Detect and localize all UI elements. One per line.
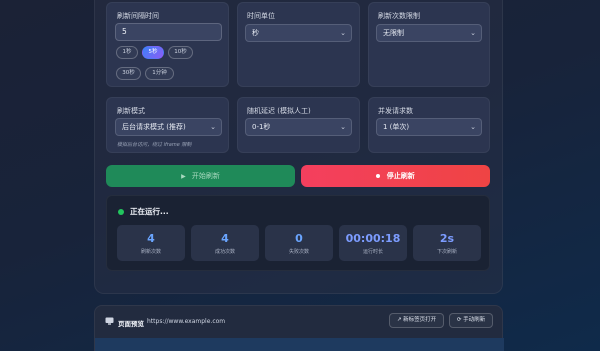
status-title: 正在运行... xyxy=(130,207,169,216)
open-new-tab-label: 新标签页打开 xyxy=(403,317,437,323)
chip-1min[interactable]: 1分钟 xyxy=(145,67,174,80)
chevron-down-icon: ⌄ xyxy=(470,29,476,37)
stat-value: 0 xyxy=(295,232,303,245)
interval-card: 刷新间隔时间 5 1秒 5秒 10秒 30秒 1分钟 xyxy=(106,2,229,87)
preview-panel: 页面预览 https://www.example.com ↗ 新标签页打开 ⟳ … xyxy=(94,305,504,351)
running-indicator-icon xyxy=(118,209,124,215)
monitor-icon xyxy=(105,317,114,325)
manual-refresh-button[interactable]: ⟳ 手动刷新 xyxy=(449,313,493,328)
mode-card: 刷新模式 后台请求模式 (推荐) ⌄ 模拟后台访问，绕过 iframe 限制 xyxy=(106,97,229,153)
delay-label: 随机延迟 (模拟人工) xyxy=(247,107,311,115)
start-button-label: 开始刷新 xyxy=(191,172,220,180)
chevron-down-icon: ⌄ xyxy=(340,29,346,37)
start-button[interactable]: ▶ 开始刷新 xyxy=(106,165,295,187)
unit-select[interactable]: 秒 ⌄ xyxy=(245,24,352,42)
chevron-down-icon: ⌄ xyxy=(470,123,476,131)
open-new-tab-button[interactable]: ↗ 新标签页打开 xyxy=(389,313,444,328)
stat-value: 00:00:18 xyxy=(345,232,401,245)
stat-next-refresh: 2s 下次刷新 xyxy=(413,225,481,261)
stat-fail-count: 0 失败次数 xyxy=(265,225,333,261)
play-icon: ▶ xyxy=(181,173,186,180)
stat-label: 运行时长 xyxy=(362,249,383,255)
concurrency-card: 并发请求数 1 (单次) ⌄ xyxy=(368,97,490,153)
interval-input[interactable]: 5 xyxy=(115,23,222,41)
delay-select[interactable]: 0-1秒 ⌄ xyxy=(245,118,352,136)
status-panel: 正在运行... 4 刷新次数 4 成功次数 0 失败次数 00:00:18 运行… xyxy=(106,195,490,271)
unit-select-value: 秒 xyxy=(252,29,259,37)
preview-title: 页面预览 xyxy=(118,320,144,328)
concurrency-select-value: 1 (单次) xyxy=(383,123,410,131)
stat-value: 4 xyxy=(221,232,229,245)
preview-frame xyxy=(95,338,504,351)
stat-value: 4 xyxy=(147,232,155,245)
limit-select[interactable]: 无限制 ⌄ xyxy=(376,24,482,42)
limit-card: 刷新次数限制 无限制 ⌄ xyxy=(368,2,490,87)
stop-button[interactable]: 停止刷新 xyxy=(301,165,490,187)
interval-label: 刷新间隔时间 xyxy=(117,12,159,20)
chip-30s[interactable]: 30秒 xyxy=(116,67,141,80)
stat-label: 失败次数 xyxy=(288,249,309,255)
stat-label: 成功次数 xyxy=(214,249,235,255)
chip-1s[interactable]: 1秒 xyxy=(116,46,138,59)
preview-url: https://www.example.com xyxy=(147,318,226,325)
limit-select-value: 无限制 xyxy=(383,29,404,37)
mode-hint: 模拟后台访问，绕过 iframe 限制 xyxy=(117,142,192,148)
stat-label: 刷新次数 xyxy=(140,249,161,255)
refresh-icon: ⟳ xyxy=(456,317,462,323)
unit-card: 时间单位 秒 ⌄ xyxy=(237,2,360,87)
concurrency-select[interactable]: 1 (单次) ⌄ xyxy=(376,118,482,136)
delay-card: 随机延迟 (模拟人工) 0-1秒 ⌄ xyxy=(237,97,360,153)
delay-select-value: 0-1秒 xyxy=(252,123,271,131)
unit-label: 时间单位 xyxy=(247,12,275,20)
stop-button-label: 停止刷新 xyxy=(386,172,415,180)
mode-label: 刷新模式 xyxy=(117,107,145,115)
stat-label: 下次刷新 xyxy=(436,249,457,255)
manual-refresh-label: 手动刷新 xyxy=(463,317,486,323)
external-link-icon: ↗ xyxy=(396,317,402,323)
stat-success-count: 4 成功次数 xyxy=(191,225,259,261)
mode-select-value: 后台请求模式 (推荐) xyxy=(122,123,186,131)
limit-label: 刷新次数限制 xyxy=(378,12,420,20)
chip-10s[interactable]: 10秒 xyxy=(168,46,193,59)
chevron-down-icon: ⌄ xyxy=(210,123,216,131)
stat-refresh-count: 4 刷新次数 xyxy=(117,225,185,261)
mode-select[interactable]: 后台请求模式 (推荐) ⌄ xyxy=(115,118,222,136)
stop-dot-icon xyxy=(376,174,381,178)
stat-run-time: 00:00:18 运行时长 xyxy=(339,225,407,261)
chip-5s[interactable]: 5秒 xyxy=(142,46,164,59)
chevron-down-icon: ⌄ xyxy=(340,123,346,131)
stat-value: 2s xyxy=(439,232,455,245)
concurrency-label: 并发请求数 xyxy=(378,107,413,115)
